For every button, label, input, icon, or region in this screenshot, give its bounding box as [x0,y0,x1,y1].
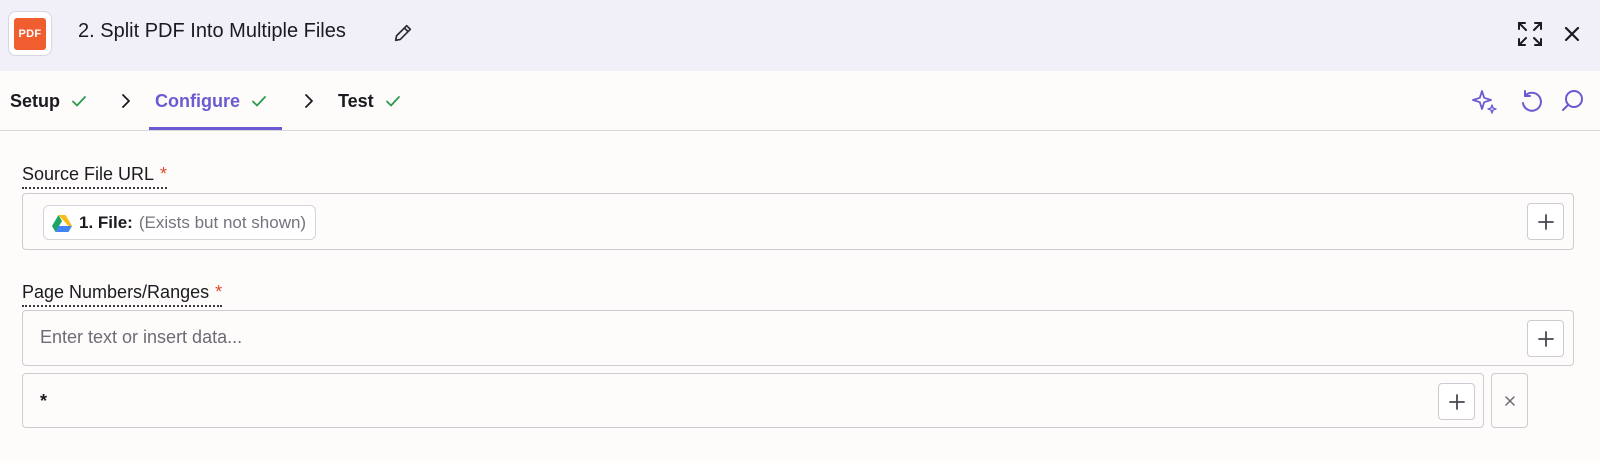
step-header: PDF 2. Split PDF Into Multiple Files [0,0,1600,71]
mapped-field-value: (Exists but not shown) [138,212,307,232]
close-icon[interactable] [1561,23,1583,45]
pdf-app-logo: PDF [8,11,52,56]
mapped-field-pill[interactable]: 1. File: (Exists but not shown) [43,205,317,240]
plus-icon [1537,213,1554,230]
checkmark-icon [252,96,266,107]
insert-data-button[interactable] [1438,383,1475,420]
tab-configure-label: Configure [155,90,240,111]
insert-data-button[interactable] [1527,320,1564,357]
chevron-right-icon [122,94,130,108]
tab-test[interactable]: Test [338,71,402,131]
tab-setup-label: Setup [10,90,61,111]
insert-data-button[interactable] [1527,203,1564,240]
mapped-field-label: 1. File: [79,212,133,232]
required-mark: * [215,282,223,302]
pdf-logo-text: PDF [14,17,46,50]
source-file-url-label: Source File URL * [22,163,168,189]
tab-test-label: Test [338,90,374,111]
pencil-icon[interactable] [392,22,414,44]
remove-entry-button[interactable] [1491,373,1528,428]
search-icon[interactable] [1560,88,1586,114]
checkmark-icon [385,96,400,107]
source-file-url-label-text: Source File URL [22,164,155,184]
page-numbers-ranges-input[interactable]: Enter text or insert data... [22,310,1574,366]
google-drive-icon [52,214,72,232]
page-numbers-ranges-label: Page Numbers/Ranges * [22,281,223,307]
plus-icon [1537,330,1554,347]
plus-icon [1448,393,1465,410]
sparkle-icon[interactable] [1472,88,1498,114]
chevron-right-icon [305,94,313,108]
active-tab-indicator [149,127,282,130]
source-file-url-field[interactable]: 1. File: (Exists but not shown) [22,193,1574,250]
page-range-value: * [40,391,48,411]
undo-icon[interactable] [1518,88,1544,114]
page-numbers-ranges-label-text: Page Numbers/Ranges [22,282,210,302]
tab-configure[interactable]: Configure [155,71,268,131]
expand-icon[interactable] [1516,20,1544,48]
step-title: 2. Split PDF Into Multiple Files [78,20,346,42]
input-placeholder: Enter text or insert data... [40,327,243,347]
step-tabs: Setup Configure Test [0,71,1600,131]
close-icon [1504,395,1515,406]
page-range-entry-input[interactable]: * [22,373,1484,428]
tab-setup[interactable]: Setup [10,71,88,131]
required-mark: * [160,164,168,184]
checkmark-icon [72,96,86,107]
